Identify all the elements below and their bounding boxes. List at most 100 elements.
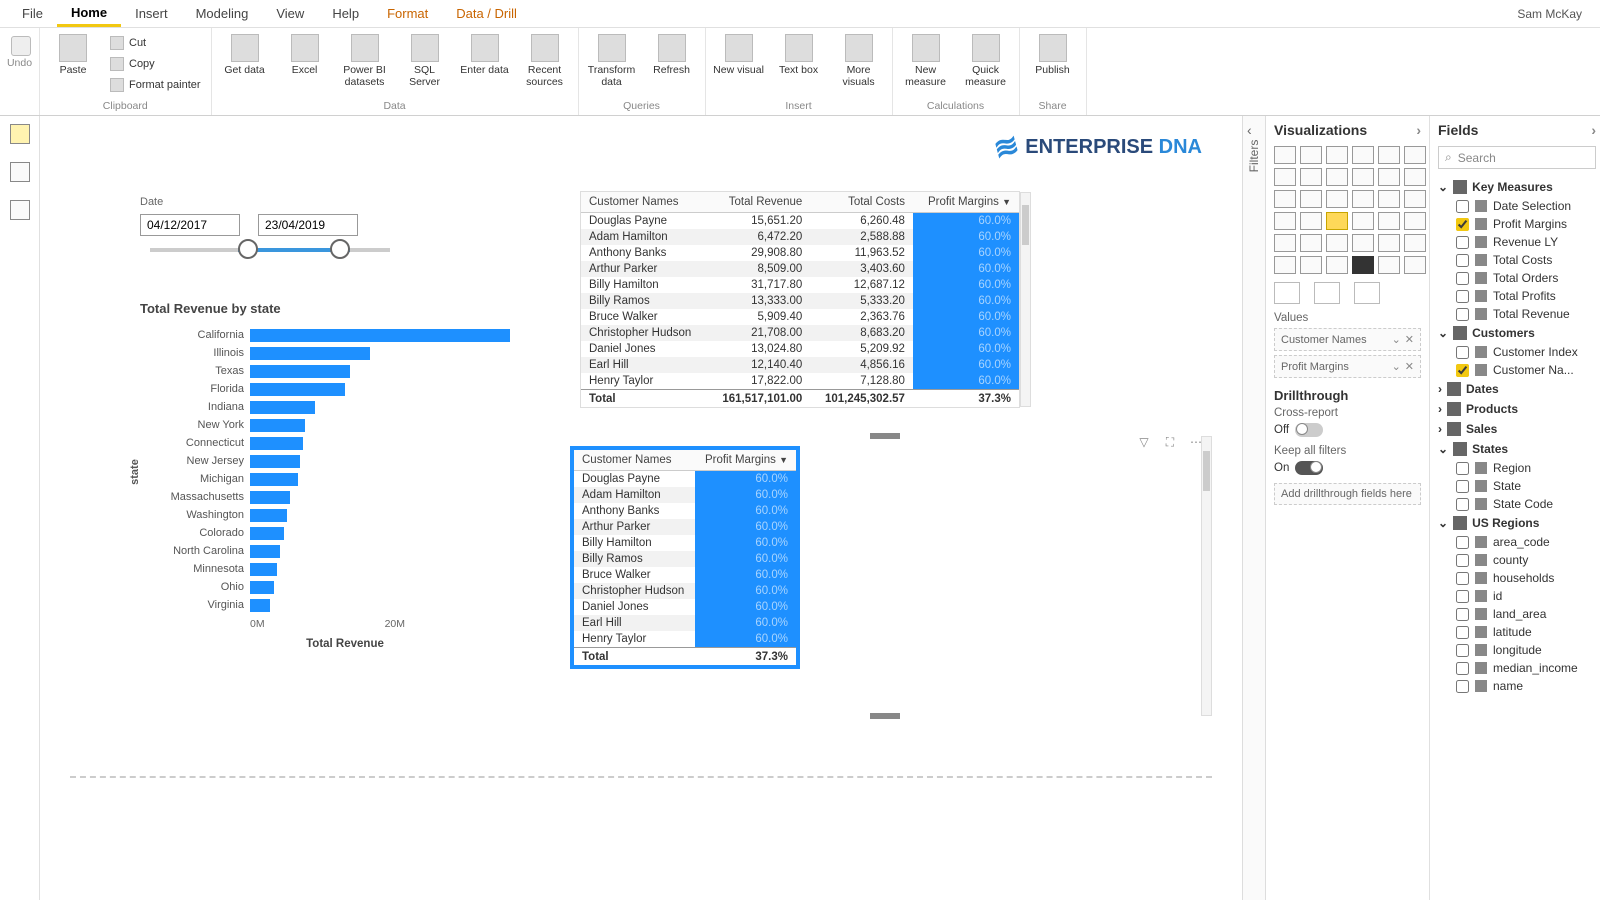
enter-data-button[interactable]: Enter data	[456, 30, 514, 98]
field-checkbox[interactable]	[1456, 536, 1469, 549]
report-canvas[interactable]: ≋ ENTERPRISE DNA Date Total Revenue by s…	[40, 116, 1242, 900]
table-row[interactable]: Daniel Jones13,024.805,209.9260.0%	[581, 341, 1019, 357]
bar[interactable]	[250, 383, 345, 396]
field-item[interactable]: Total Costs	[1438, 251, 1596, 269]
field-checkbox[interactable]	[1456, 590, 1469, 603]
menu-view[interactable]: View	[262, 2, 318, 25]
viz-type-17[interactable]	[1404, 190, 1426, 208]
table-row[interactable]: Bruce Walker5,909.402,363.7660.0%	[581, 309, 1019, 325]
table-row[interactable]: Earl Hill60.0%	[574, 615, 796, 631]
more-visuals-button[interactable]: More visuals	[830, 30, 888, 98]
copy-button[interactable]: Copy	[104, 53, 207, 74]
fields-search[interactable]: ⌕Search	[1438, 146, 1596, 169]
table-row[interactable]: Christopher Hudson60.0%	[574, 583, 796, 599]
field-group[interactable]: ⌄States	[1438, 439, 1596, 459]
viz-type-0[interactable]	[1274, 146, 1296, 164]
viz-type-2[interactable]	[1326, 146, 1348, 164]
viz-type-1[interactable]	[1300, 146, 1322, 164]
drillthrough-well[interactable]: Add drillthrough fields here	[1274, 483, 1421, 505]
customer-table-margins[interactable]: Customer NamesProfit Margins ▼Douglas Pa…	[570, 446, 800, 669]
bar[interactable]	[250, 491, 290, 504]
remove-icon[interactable]: ✕	[1405, 360, 1414, 373]
chevron-right-icon[interactable]: ›	[1591, 122, 1596, 138]
field-checkbox[interactable]	[1456, 662, 1469, 675]
viz-type-18[interactable]	[1274, 212, 1296, 230]
table-row[interactable]: Henry Taylor17,822.007,128.8060.0%	[581, 373, 1019, 390]
field-item[interactable]: longitude	[1438, 641, 1596, 659]
field-checkbox[interactable]	[1456, 218, 1469, 231]
excel-button[interactable]: Excel	[276, 30, 334, 98]
field-group[interactable]: ›Dates	[1438, 379, 1596, 399]
field-checkbox[interactable]	[1456, 272, 1469, 285]
menu-modeling[interactable]: Modeling	[182, 2, 263, 25]
field-item[interactable]: latitude	[1438, 623, 1596, 641]
bar[interactable]	[250, 473, 298, 486]
field-checkbox[interactable]	[1456, 200, 1469, 213]
text-box-button[interactable]: Text box	[770, 30, 828, 98]
viz-type-24[interactable]	[1274, 234, 1296, 252]
table-row[interactable]: Billy Hamilton31,717.8012,687.1260.0%	[581, 277, 1019, 293]
get-data-button[interactable]: Get data	[216, 30, 274, 98]
format-mode-icon[interactable]	[1314, 282, 1340, 304]
field-checkbox[interactable]	[1456, 644, 1469, 657]
format-painter-button[interactable]: Format painter	[104, 74, 207, 95]
table-row[interactable]: Billy Ramos13,333.005,333.2060.0%	[581, 293, 1019, 309]
focus-icon[interactable]: ⛶	[1162, 435, 1178, 451]
viz-type-20[interactable]	[1326, 212, 1348, 230]
report-view-icon[interactable]	[10, 124, 30, 144]
recent-sources-button[interactable]: Recent sources	[516, 30, 574, 98]
viz-type-32[interactable]	[1326, 256, 1348, 274]
bar[interactable]	[250, 347, 370, 360]
field-item[interactable]: Customer Index	[1438, 343, 1596, 361]
viz-type-7[interactable]	[1300, 168, 1322, 186]
undo-icon[interactable]	[11, 36, 31, 56]
new-visual-button[interactable]: New visual	[710, 30, 768, 98]
transform-data-button[interactable]: Transform data	[583, 30, 641, 98]
field-item[interactable]: Region	[1438, 459, 1596, 477]
viz-type-16[interactable]	[1378, 190, 1400, 208]
viz-type-30[interactable]	[1274, 256, 1296, 274]
table-row[interactable]: Douglas Payne60.0%	[574, 471, 796, 488]
values-well-profit[interactable]: Profit Margins⌄✕	[1274, 355, 1421, 378]
bar[interactable]	[250, 419, 305, 432]
table-header[interactable]: Customer Names	[581, 192, 708, 213]
table2-scrollbar[interactable]	[1201, 436, 1212, 716]
viz-type-3[interactable]	[1352, 146, 1374, 164]
field-checkbox[interactable]	[1456, 290, 1469, 303]
field-checkbox[interactable]	[1456, 236, 1469, 249]
slider-handle-start[interactable]	[238, 239, 258, 259]
viz-type-29[interactable]	[1404, 234, 1426, 252]
date-from-input[interactable]	[140, 214, 240, 236]
viz-type-6[interactable]	[1274, 168, 1296, 186]
field-item[interactable]: name	[1438, 677, 1596, 695]
refresh-button[interactable]: Refresh	[643, 30, 701, 98]
viz-type-8[interactable]	[1326, 168, 1348, 186]
customer-table-full[interactable]: Customer NamesTotal RevenueTotal CostsPr…	[580, 191, 1020, 408]
filters-pane-collapsed[interactable]: ‹ Filters	[1242, 116, 1266, 900]
table-row[interactable]: Earl Hill12,140.404,856.1660.0%	[581, 357, 1019, 373]
viz-type-34[interactable]	[1378, 256, 1400, 274]
viz-type-19[interactable]	[1300, 212, 1322, 230]
pbi-datasets-button[interactable]: Power BI datasets	[336, 30, 394, 98]
table1-scrollbar[interactable]	[1020, 192, 1031, 407]
bar[interactable]	[250, 545, 280, 558]
bar[interactable]	[250, 563, 277, 576]
viz-type-11[interactable]	[1404, 168, 1426, 186]
field-checkbox[interactable]	[1456, 680, 1469, 693]
field-item[interactable]: county	[1438, 551, 1596, 569]
bar[interactable]	[250, 437, 303, 450]
field-item[interactable]: State	[1438, 477, 1596, 495]
viz-type-21[interactable]	[1352, 212, 1374, 230]
chevron-down-icon[interactable]: ⌄	[1392, 333, 1401, 346]
table-row[interactable]: Christopher Hudson21,708.008,683.2060.0%	[581, 325, 1019, 341]
bar[interactable]	[250, 455, 300, 468]
field-checkbox[interactable]	[1456, 364, 1469, 377]
viz-type-4[interactable]	[1378, 146, 1400, 164]
field-checkbox[interactable]	[1456, 462, 1469, 475]
table-header[interactable]: Total Costs	[810, 192, 913, 213]
cut-button[interactable]: Cut	[104, 32, 207, 53]
table-row[interactable]: Anthony Banks60.0%	[574, 503, 796, 519]
analytics-mode-icon[interactable]	[1354, 282, 1380, 304]
field-item[interactable]: median_income	[1438, 659, 1596, 677]
field-item[interactable]: id	[1438, 587, 1596, 605]
